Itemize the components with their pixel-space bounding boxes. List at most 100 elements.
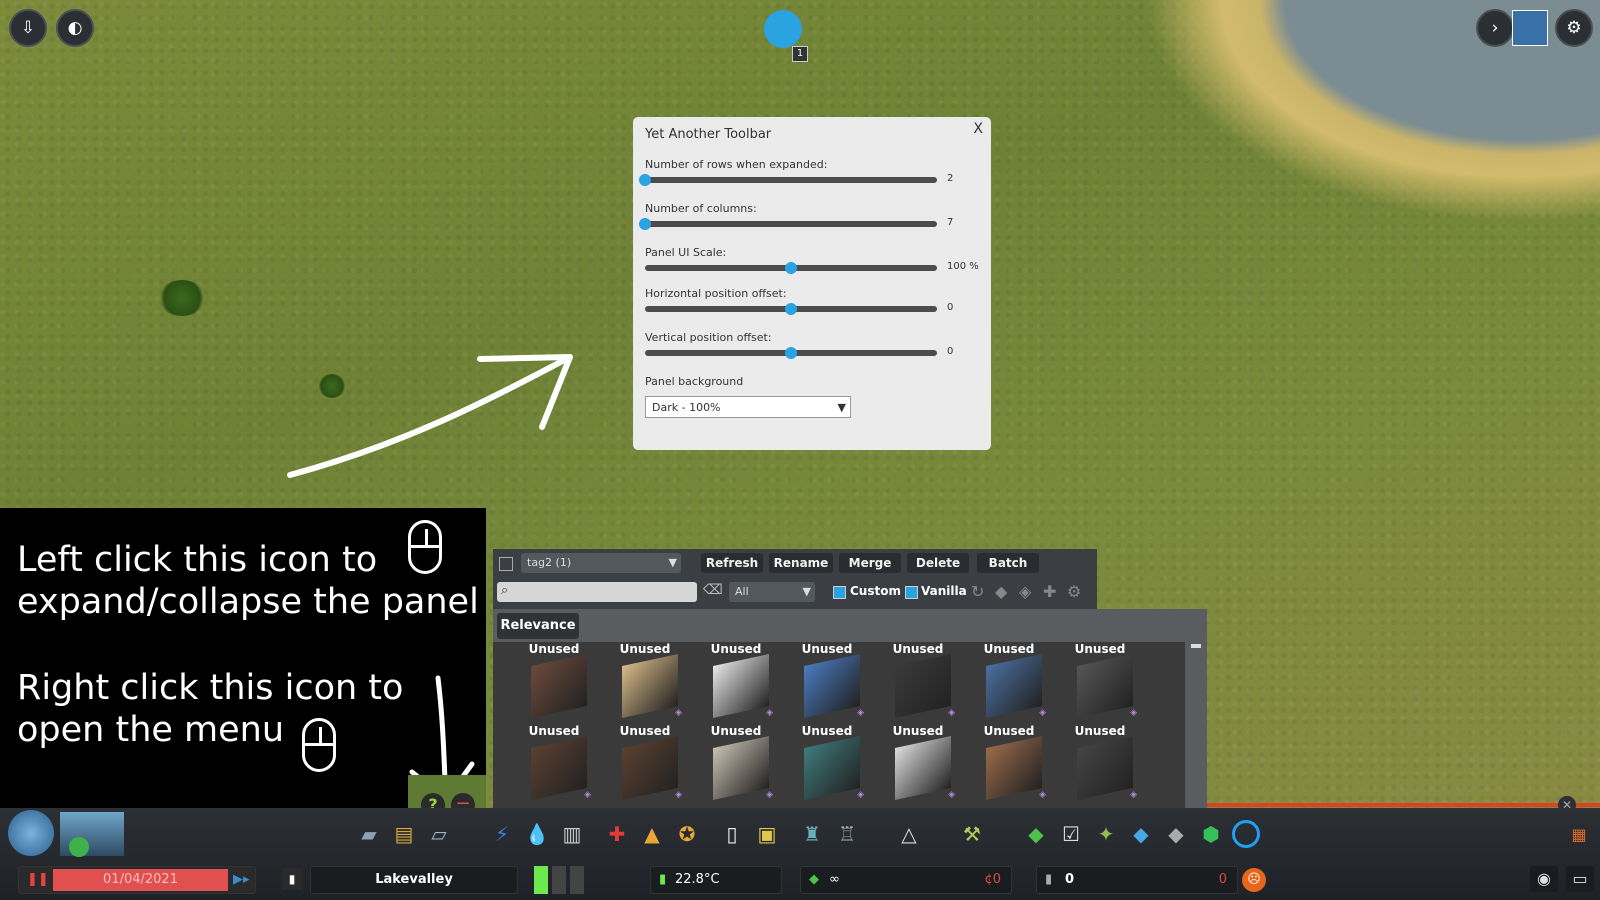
districts-icon[interactable]: ▱ [425, 820, 453, 848]
asset-item[interactable]: Unused ◈ [600, 724, 690, 804]
asset-thumbnail [895, 654, 951, 718]
asset-item[interactable]: Unused ◈ [1055, 642, 1145, 722]
economy-icon[interactable]: ✦ [1092, 820, 1120, 848]
custom-checkbox[interactable] [833, 586, 846, 599]
policies-icon[interactable]: ☑ [1057, 820, 1085, 848]
gear-icon[interactable]: ⚙ [1555, 9, 1593, 47]
money-value: ∞ [829, 872, 840, 887]
asset-item[interactable]: Unused [509, 642, 599, 722]
milestone-icon[interactable] [69, 837, 89, 857]
unlock-icon[interactable]: ⇩ [9, 9, 47, 47]
asset-item[interactable]: Unused ◈ [691, 642, 781, 722]
chirper-icon[interactable]: 1 [762, 6, 808, 62]
asset-item[interactable]: Unused ◈ [782, 724, 872, 804]
garbage-icon[interactable]: ▥ [558, 820, 586, 848]
search-input[interactable]: ⌕ [497, 582, 697, 602]
relevance-tab[interactable]: Relevance [497, 613, 579, 639]
globe-icon[interactable] [8, 810, 54, 856]
roads-icon[interactable]: ▰ [355, 820, 383, 848]
scrollbar[interactable] [1185, 642, 1207, 820]
city-thumbnail[interactable] [1512, 10, 1548, 46]
freecamera-icon[interactable]: ▭ [1566, 866, 1594, 892]
columns-slider[interactable] [639, 218, 937, 230]
pin-icon[interactable]: ◆ [995, 582, 1007, 601]
search-icon[interactable] [1232, 820, 1260, 848]
instruction-overlay: Left click this icon to expand/collapse … [0, 508, 486, 808]
money-icon[interactable]: ◆ [1022, 820, 1050, 848]
tag-dropdown-value: tag2 (1) [527, 556, 572, 569]
asset-item[interactable]: Unused ◈ [873, 724, 963, 804]
panel-title: Yet Another Toolbar [645, 127, 772, 142]
scale-slider[interactable] [645, 262, 937, 274]
map-icon[interactable]: ⬢ [1197, 820, 1225, 848]
bulldozer-icon[interactable]: ◆ [1162, 820, 1190, 848]
voffset-slider[interactable] [645, 347, 937, 359]
education-icon[interactable]: ▯ [718, 820, 746, 848]
delete-button[interactable]: Delete [907, 553, 969, 573]
asset-thumbnail [1077, 736, 1133, 800]
asset-thumbnail [622, 736, 678, 800]
asset-item[interactable]: Unused ◈ [600, 642, 690, 722]
rows-label: Number of rows when expanded: [645, 158, 828, 171]
refresh-button[interactable]: Refresh [701, 553, 763, 573]
batch-button[interactable]: Batch [977, 553, 1039, 573]
close-button[interactable]: X [973, 121, 983, 137]
hoffset-value: 0 [947, 302, 954, 313]
city-name[interactable]: Lakevalley [310, 866, 518, 894]
asset-item[interactable]: Unused ◈ [873, 642, 963, 722]
transport-icon[interactable]: ▣ [753, 820, 781, 848]
electricity-icon[interactable]: ⚡ [488, 820, 516, 848]
wonders-icon[interactable]: △ [895, 820, 923, 848]
chirper-badge: 1 [792, 46, 808, 62]
tag-dropdown[interactable]: tag2 (1) ▼ [521, 553, 681, 573]
tag-icon[interactable]: ◈ [1019, 582, 1031, 601]
asset-item[interactable]: Unused ◈ [964, 642, 1054, 722]
asset-item[interactable]: Unused ◈ [691, 724, 781, 804]
pause-icon[interactable]: ❚❚ [27, 867, 49, 893]
slider-thumb[interactable] [785, 303, 797, 315]
rows-slider[interactable] [639, 174, 937, 186]
asset-item[interactable]: Unused ◈ [964, 724, 1054, 804]
rename-button[interactable]: Rename [769, 553, 833, 573]
background-label: Panel background [645, 375, 744, 388]
asset-thumbnail [1077, 654, 1133, 718]
chevron-right-icon[interactable]: › [1476, 9, 1514, 47]
merge-button[interactable]: Merge [839, 553, 901, 573]
gear-icon[interactable]: ⚙ [1067, 582, 1081, 601]
instruction-line: expand/collapse the panel [17, 582, 479, 622]
add-icon[interactable]: ✚ [1043, 582, 1056, 601]
info-panel-icon[interactable]: ▦ [1565, 820, 1593, 848]
slider-thumb[interactable] [639, 174, 651, 186]
slider-thumb[interactable] [639, 218, 651, 230]
eraser-icon[interactable]: ⌫ [703, 582, 723, 598]
area-icon[interactable]: ◆ [1127, 820, 1155, 848]
slider-thumb[interactable] [785, 262, 797, 274]
camera-icon[interactable]: ◉ [1530, 866, 1558, 892]
water-icon[interactable]: 💧 [523, 820, 551, 848]
monuments-icon[interactable]: ♖ [833, 820, 861, 848]
background-select[interactable]: Dark - 100% ▼ [645, 396, 851, 418]
happiness-icon[interactable]: ☹ [1242, 868, 1266, 892]
tag-icon: ◈ [675, 790, 682, 800]
filter-dropdown[interactable]: All ▼ [729, 582, 815, 602]
police-icon[interactable]: ✪ [673, 820, 701, 848]
instruction-line: open the menu [17, 710, 285, 750]
slider-thumb[interactable] [785, 347, 797, 359]
checkbox[interactable] [499, 557, 513, 571]
alerts-icon[interactable]: ▮ [282, 868, 302, 890]
fire-icon[interactable]: ▲ [638, 820, 666, 848]
asset-item[interactable]: Unused ◈ [1055, 724, 1145, 804]
hoffset-slider[interactable] [645, 303, 937, 315]
background-select-value: Dark - 100% [652, 401, 721, 414]
refresh-icon[interactable]: ↻ [971, 582, 984, 601]
landscaping-icon[interactable]: ⚒ [958, 820, 986, 848]
info-views-icon[interactable]: ◐ [56, 9, 94, 47]
mouse-right-click-icon [302, 718, 336, 772]
healthcare-icon[interactable]: ✚ [603, 820, 631, 848]
speed-icon[interactable]: ▶▸ [233, 867, 250, 893]
zoning-icon[interactable]: ▤ [390, 820, 418, 848]
asset-item[interactable]: Unused ◈ [782, 642, 872, 722]
beautification-icon[interactable]: ♜ [798, 820, 826, 848]
asset-item[interactable]: Unused ◈ [509, 724, 599, 804]
vanilla-checkbox[interactable] [905, 586, 918, 599]
